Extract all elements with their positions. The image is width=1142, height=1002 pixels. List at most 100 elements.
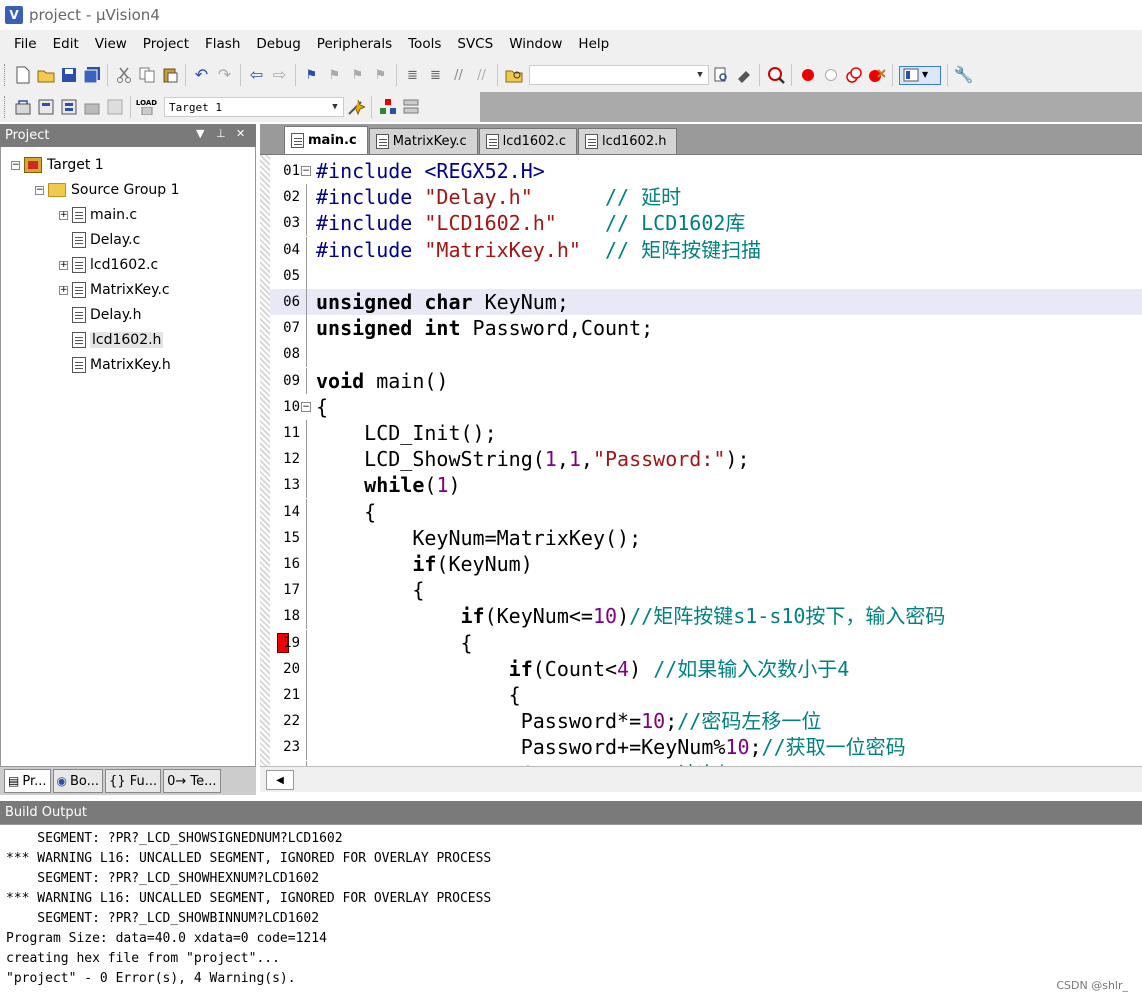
save-all-icon[interactable] [82,66,101,85]
bookmark-clear-icon[interactable]: ⚑ [371,66,390,85]
tab-lcd1602-h[interactable]: lcd1602.h [578,128,678,154]
tree-item-file[interactable]: Delay.c [72,229,140,251]
expand-icon[interactable]: + [59,210,68,220]
menu-window[interactable]: Window [501,30,570,58]
code-line[interactable]: 14 { [270,498,1142,525]
code-line[interactable]: 07 unsigned int Password,Count; [270,315,1142,342]
breakpoint-enable-icon[interactable] [821,66,840,85]
menu-svcs[interactable]: SVCS [449,30,501,58]
code-line[interactable]: 21 { [270,682,1142,708]
chevron-down-icon[interactable]: ▼ [694,68,706,82]
translate-icon[interactable] [13,98,32,117]
menu-view[interactable]: View [87,30,135,58]
new-file-icon[interactable] [13,66,32,85]
target-combo[interactable]: Target 1 ▼ [164,97,344,117]
menu-peripherals[interactable]: Peripherals [309,30,400,58]
window-layout-icon[interactable]: ▼ [899,65,941,85]
pin-icon[interactable]: ⊥ [216,127,226,140]
editor-margin[interactable] [260,155,270,767]
code-line[interactable]: 08 [270,341,1142,368]
code-line[interactable]: 02 #include "Delay.h" // 延时 [270,184,1142,211]
code-line[interactable]: 22 Password*=10;//密码左移一位 [270,708,1142,735]
code-line[interactable]: 20 if(Count<4) //如果输入次数小于4 [270,655,1142,682]
manage-project-items-icon[interactable] [378,98,397,117]
redo-icon[interactable]: ↷ [215,66,234,85]
code-line[interactable]: 17 { [270,577,1142,604]
undo-icon[interactable]: ↶ [192,66,211,85]
code-editor[interactable]: 01− #include <REGX52.H> 02 #include "Delay.… [260,154,1142,787]
bookmark-next-icon[interactable]: ⚑ [348,66,367,85]
fold-collapse-icon[interactable]: − [301,166,311,176]
tree-item-file[interactable]: + main.c [59,204,137,226]
build-icon[interactable] [36,98,55,117]
menu-help[interactable]: Help [570,30,617,58]
find-combo[interactable]: ▼ [529,65,709,85]
tab-lcd1602-c[interactable]: lcd1602.c [478,128,577,154]
menu-debug[interactable]: Debug [248,30,308,58]
tab-matrixkey-c[interactable]: MatrixKey.c [368,128,478,154]
tab-functions[interactable]: {} Fu... [105,769,162,793]
horizontal-scrollbar[interactable]: ◀ [260,766,1142,792]
configure-icon[interactable]: 🔧 [954,66,974,85]
navigate-forward-icon[interactable]: ⇨ [270,66,289,85]
code-line[interactable]: 10−{ [270,394,1142,420]
cut-icon[interactable] [114,66,133,85]
find-replace-icon[interactable] [734,66,753,85]
tree-item-file[interactable]: + lcd1602.c [59,254,158,276]
navigate-back-icon[interactable]: ⇦ [247,66,266,85]
fold-collapse-icon[interactable]: − [301,401,311,412]
scroll-left-icon[interactable]: ◀ [266,770,294,790]
code-line[interactable]: 03 #include "LCD1602.h" // LCD1602库 [270,210,1142,237]
code-line[interactable]: 18 if(KeyNum<=10)//矩阵按键s1-s10按下，输入密码 [270,603,1142,630]
breakpoint-disable-all-icon[interactable] [844,66,863,85]
menu-tools[interactable]: Tools [400,30,449,58]
select-packs-icon[interactable] [401,98,420,117]
tree-item-file[interactable]: Delay.h [72,304,141,326]
build-output-panel[interactable]: SEGMENT: ?PR?_LCD_SHOWSIGNEDNUM?LCD1602 *… [0,824,1142,1002]
stop-build-icon[interactable] [105,98,124,117]
menu-edit[interactable]: Edit [45,30,87,58]
toolbar-grip[interactable] [4,64,7,86]
collapse-icon[interactable]: − [11,160,20,170]
code-line[interactable]: 04 #include "MatrixKey.h" // 矩阵按键扫描 [270,236,1142,263]
menu-project[interactable]: Project [135,30,197,58]
start-debug-icon[interactable] [766,66,785,85]
code-line[interactable]: 11 LCD_Init(); [270,420,1142,446]
find-in-files-icon[interactable] [504,66,523,85]
code-line[interactable]: 05 [270,262,1142,289]
tree-item-file[interactable]: MatrixKey.h [72,354,171,376]
code-line[interactable]: 13 while(1) [270,472,1142,499]
tab-books[interactable]: ◉ Bo... [52,769,104,793]
breakpoint-kill-all-icon[interactable] [867,66,886,85]
paste-icon[interactable] [160,66,179,85]
bookmark-prev-icon[interactable]: ⚑ [325,66,344,85]
menu-flash[interactable]: Flash [197,30,248,58]
tree-item-source-group[interactable]: − Source Group 1 [35,179,180,201]
toolbar-grip[interactable] [4,96,7,118]
open-folder-icon[interactable] [36,66,55,85]
tree-item-file[interactable]: + MatrixKey.c [59,279,170,301]
target-options-icon[interactable] [346,98,365,117]
bookmark-toggle-icon[interactable]: ⚑ [302,66,321,85]
code-line[interactable]: 16 if(KeyNum) [270,551,1142,577]
comment-icon[interactable]: // [449,66,468,85]
download-load-icon[interactable]: LOAD [136,98,157,117]
expand-icon[interactable]: + [59,260,68,270]
code-line[interactable]: 06 unsigned char KeyNum; [270,289,1142,315]
code-line[interactable]: 23 Password+=KeyNum%10;//获取一位密码 [270,734,1142,761]
copy-icon[interactable] [137,66,156,85]
tab-main-c[interactable]: main.c [284,126,368,154]
code-line[interactable]: 01− #include <REGX52.H> [270,158,1142,184]
code-line[interactable]: 19 { [270,629,1142,656]
tab-project[interactable]: ▤ Pr... [4,769,51,793]
unindent-icon[interactable]: ≣ [426,66,445,85]
tree-item-target[interactable]: − Target 1 [11,154,104,176]
code-line[interactable]: 09 void main() [270,367,1142,394]
breakpoint-insert-icon[interactable] [798,66,817,85]
tree-item-file[interactable]: lcd1602.h [72,329,164,351]
incremental-find-icon[interactable] [711,66,730,85]
tab-templates[interactable]: 0→ Te... [163,769,221,793]
menu-file[interactable]: File [6,30,45,58]
collapse-icon[interactable]: − [35,185,44,195]
code-line[interactable]: 12 LCD_ShowString(1,1,"Password:"); [270,446,1142,473]
